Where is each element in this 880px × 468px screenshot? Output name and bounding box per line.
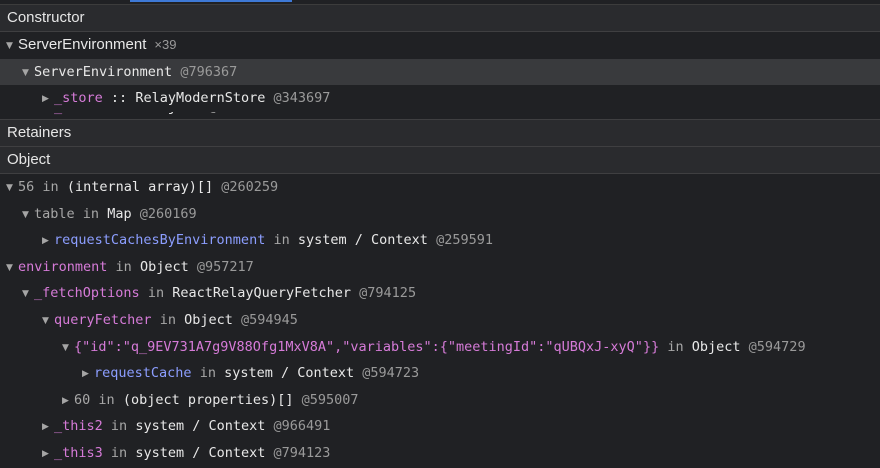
object-id: @260259 [221,179,279,195]
retainer-row[interactable]: ▼ environment in Object @957217 [0,254,880,281]
property-key: _this3 [54,444,103,461]
object-header[interactable]: Object [0,147,880,174]
object-id: @957217 [196,258,254,275]
object-id: @343697 [273,90,331,107]
type-name: (object properties)[] [122,391,294,408]
property-key: requestCache [94,365,192,382]
object-id: @343701 [209,112,266,115]
retainer-row[interactable]: ▶ _this2 in system / Context @966491 [0,413,880,440]
retainer-row[interactable]: ▶ _this3 in system / Context @794123 [0,440,880,467]
retainer-row[interactable]: ▼ {"id":"q_9EV731A7g9V88Ofg1MxV8A","varia… [0,334,880,361]
retainer-row[interactable]: ▶ requestCachesByEnvironment in system / … [0,227,880,254]
type-name: Object [184,311,233,328]
in-keyword: in [147,285,165,302]
in-keyword: in [273,232,290,249]
clipped-row-container: ▶_network :: Object @343701 [0,112,880,119]
top-tab-strip [0,0,880,5]
property-key: _store [54,90,103,107]
active-tab-indicator [130,0,292,2]
property-key: environment [18,258,108,275]
retainers-tree: ▼ 56 in (internal array)[] @260259 ▼ table… [0,174,880,467]
type-name: Object [691,338,741,355]
type-name: ReactRelayQueryFetcher [172,285,352,302]
in-keyword: in [110,444,128,461]
object-id: @794123 [273,444,331,461]
in-keyword: in [42,179,59,195]
retainer-row[interactable]: ▼ _fetchOptions in ReactRelayQueryFetcher… [0,280,880,307]
property-key: queryFetcher [54,311,152,328]
instance-name: ServerEnvironment [34,63,173,80]
expand-triangle-icon[interactable]: ▼ [22,60,34,86]
retainer-row[interactable]: ▼ table in Map @260169 [0,201,880,228]
property-key: table [34,205,75,222]
retainer-row[interactable]: ▶ 60 in (object properties)[] @595007 [0,387,880,414]
in-keyword: in [199,365,216,382]
collapsed-triangle-icon[interactable]: ▶ [42,228,54,254]
object-id: @594945 [241,311,298,328]
expand-triangle-icon[interactable]: ▼ [6,33,18,59]
expand-triangle-icon[interactable]: ▼ [62,335,74,361]
expand-triangle-icon[interactable]: ▼ [22,202,34,228]
property-key: {"id":"q_9EV731A7g9V88Ofg1MxV8A","variab… [74,338,660,355]
property-key: requestCachesByEnvironment [54,232,266,249]
expand-triangle-icon[interactable]: ▼ [6,255,18,281]
constructor-name: ServerEnvironment [18,36,147,53]
child-row[interactable]: ▶_network :: Object @343701 [0,112,880,119]
constructor-group-row[interactable]: ▼ ServerEnvironment ×39 [0,32,880,59]
property-key: _this2 [54,418,103,435]
in-keyword: in [110,418,128,435]
expand-triangle-icon[interactable]: ▼ [6,175,18,201]
object-id: @594729 [748,338,806,355]
type-name: RelayModernStore [135,90,266,107]
property-key: 60 [74,391,91,408]
in-keyword: in [115,258,132,275]
in-keyword: in [667,338,684,355]
collapsed-triangle-icon[interactable]: ▶ [42,414,54,440]
constructor-pane: ▼ ServerEnvironment ×39 ▼ ServerEnvironment… [0,32,880,120]
collapsed-triangle-icon[interactable]: ▶ [42,86,54,112]
constructor-header[interactable]: Constructor [0,5,880,32]
object-id: @259591 [436,232,493,249]
instance-row[interactable]: ▼ ServerEnvironment @796367 [0,58,880,86]
expand-triangle-icon[interactable]: ▼ [22,281,34,307]
retainer-row[interactable]: ▼ queryFetcher in Object @594945 [0,307,880,334]
separator: :: [110,90,128,107]
in-keyword: in [82,205,100,222]
object-id: @796367 [180,63,238,80]
collapsed-triangle-icon[interactable]: ▶ [82,361,94,387]
collapsed-triangle-icon[interactable]: ▶ [62,388,74,414]
type-name: Object [139,258,189,275]
instance-count: ×39 [154,37,177,52]
retainer-row[interactable]: ▼ 56 in (internal array)[] @260259 [0,174,880,201]
type-name: system / Context [135,444,266,461]
type-name: Object [152,112,201,115]
type-name: system / Context [224,365,355,382]
type-name: (internal array)[] [66,179,214,195]
type-name: system / Context [297,232,428,249]
separator: :: [127,112,143,115]
expand-triangle-icon[interactable]: ▼ [42,308,54,334]
property-key: _network [54,112,119,115]
child-row[interactable]: ▶ _store :: RelayModernStore @343697 [0,85,880,112]
retainers-header[interactable]: Retainers [0,120,880,147]
property-key: _fetchOptions [34,285,140,302]
retainer-row[interactable]: ▶ requestCache in system / Context @59472… [0,360,880,387]
heap-snapshot-panel: Constructor ▼ ServerEnvironment ×39 ▼ Serve… [0,0,880,468]
object-id: @794125 [359,285,417,302]
collapsed-triangle-icon[interactable]: ▶ [42,441,54,467]
object-id: @594723 [362,365,420,382]
object-id: @260169 [139,205,197,222]
type-name: system / Context [135,418,266,435]
in-keyword: in [98,391,115,408]
object-id: @595007 [301,391,359,408]
property-key: 56 [18,179,35,195]
collapsed-triangle-icon[interactable]: ▶ [42,112,54,119]
type-name: Map [107,205,132,222]
object-id: @966491 [273,418,331,435]
in-keyword: in [159,311,176,328]
